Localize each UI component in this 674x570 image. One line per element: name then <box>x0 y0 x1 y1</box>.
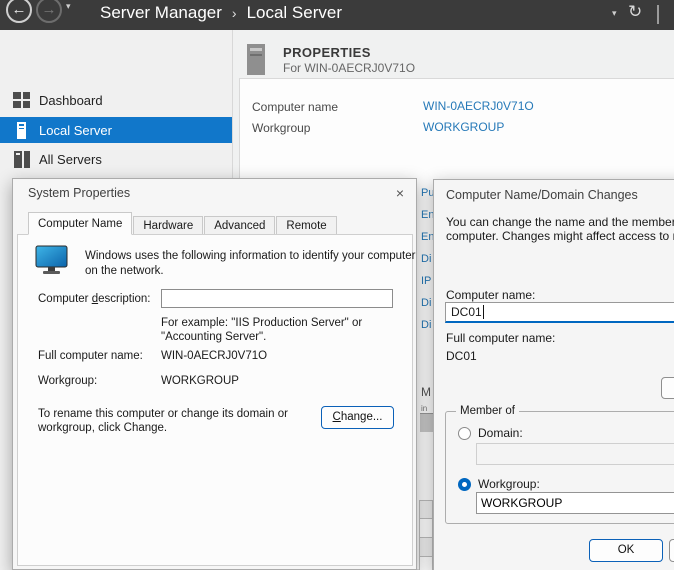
workgroup-input[interactable] <box>476 492 674 514</box>
server-manager-window: ← → ▾ Server Manager › Local Server ▾ ↻ Da… <box>0 0 674 570</box>
change-button[interactable]: Change... <box>321 406 394 429</box>
system-properties-dialog: System Properties × Computer Name Hardwa… <box>12 178 417 570</box>
cancel-button[interactable]: Cancel <box>669 539 674 562</box>
properties-title: PROPERTIES <box>283 45 371 60</box>
computer-description-input[interactable] <box>161 289 393 308</box>
computer-name-value: DC01 <box>451 305 482 319</box>
dialog-body-text: You can change the name and the membersh… <box>446 216 674 243</box>
tab-advanced[interactable]: Advanced <box>204 216 275 235</box>
tab-hardware[interactable]: Hardware <box>133 216 203 235</box>
sidebar-item-all-servers[interactable]: All Servers <box>0 146 232 172</box>
title-bar: ← → ▾ Server Manager › Local Server ▾ ↻ <box>0 0 674 30</box>
computer-name-label: Computer name: <box>446 288 535 302</box>
scrollbar-thumb[interactable] <box>420 413 433 432</box>
full-computer-name-label: Full computer name: <box>446 331 555 345</box>
property-label: Workgroup <box>252 121 310 135</box>
manage-caret-icon[interactable]: ▾ <box>612 8 617 19</box>
description-example-text: For example: "IIS Production Server" or … <box>161 316 362 344</box>
tab-strip: Computer Name Hardware Advanced Remote <box>28 212 338 235</box>
sidebar-item-label: All Servers <box>39 152 102 167</box>
workgroup-value: WORKGROUP <box>161 375 239 387</box>
back-icon: ← <box>12 1 27 18</box>
properties-subtitle: For WIN-0AECRJ0V71O <box>283 61 415 75</box>
clipped-table-cells <box>419 500 433 570</box>
more-button[interactable]: More... <box>661 377 674 399</box>
workgroup-radio[interactable] <box>458 478 471 491</box>
tab-page <box>17 234 413 566</box>
dialog-title: Computer Name/Domain Changes <box>446 188 638 202</box>
sidebar-item-local-server[interactable]: Local Server <box>0 117 232 143</box>
text-cursor <box>483 305 484 319</box>
sidebar-item-label: Local Server <box>39 123 112 138</box>
breadcrumb-server-manager[interactable]: Server Manager <box>100 3 222 22</box>
nav-history-caret-icon[interactable]: ▾ <box>66 1 71 12</box>
full-computer-name-label: Full computer name: <box>38 350 143 362</box>
tab-remote[interactable]: Remote <box>276 216 336 235</box>
computer-description-label: Computer description: <box>38 293 151 305</box>
member-of-group: Member of Domain: Workgroup: <box>445 411 674 524</box>
close-icon[interactable]: × <box>396 185 404 201</box>
properties-server-icon <box>247 44 265 75</box>
tab-computer-name[interactable]: Computer Name <box>28 212 132 235</box>
computer-name-input[interactable]: DC01 <box>445 302 674 323</box>
workgroup-label: Workgroup: <box>38 375 97 387</box>
full-computer-name-value: WIN-0AECRJ0V71O <box>161 350 267 362</box>
dashboard-icon <box>13 92 31 109</box>
refresh-icon[interactable]: ↻ <box>628 2 642 22</box>
domain-input[interactable] <box>476 443 674 465</box>
local-server-icon <box>13 122 31 139</box>
workgroup-radio-label: Workgroup: <box>478 477 540 491</box>
sidebar-item-label: Dashboard <box>39 93 103 108</box>
monitor-icon <box>35 245 69 276</box>
property-label: Computer name <box>252 100 338 114</box>
back-button[interactable]: ← <box>6 0 32 23</box>
domain-radio-label: Domain: <box>478 426 523 440</box>
breadcrumb: Server Manager › Local Server <box>100 3 342 23</box>
full-computer-name-value: DC01 <box>446 349 477 363</box>
computer-name-link[interactable]: WIN-0AECRJ0V71O <box>423 99 534 113</box>
toolbar-separator <box>657 5 659 24</box>
member-of-label: Member of <box>456 405 519 417</box>
forward-icon: → <box>42 1 57 18</box>
rename-hint-text: To rename this computer or change its do… <box>38 407 288 435</box>
domain-radio[interactable] <box>458 427 471 440</box>
dialog-title: System Properties <box>28 186 130 200</box>
domain-changes-dialog: Computer Name/Domain Changes You can cha… <box>433 179 674 570</box>
clipped-text-fragment: M <box>421 385 431 399</box>
clipped-text-fragment: in <box>421 404 427 413</box>
breadcrumb-separator-icon: › <box>232 5 237 21</box>
intro-text: Windows uses the following information t… <box>85 249 415 279</box>
breadcrumb-local-server[interactable]: Local Server <box>247 3 342 22</box>
forward-button[interactable]: → <box>36 0 62 23</box>
ok-button[interactable]: OK <box>589 539 663 562</box>
workgroup-link[interactable]: WORKGROUP <box>423 120 504 134</box>
all-servers-icon <box>13 151 31 168</box>
sidebar-item-dashboard[interactable]: Dashboard <box>0 87 232 113</box>
